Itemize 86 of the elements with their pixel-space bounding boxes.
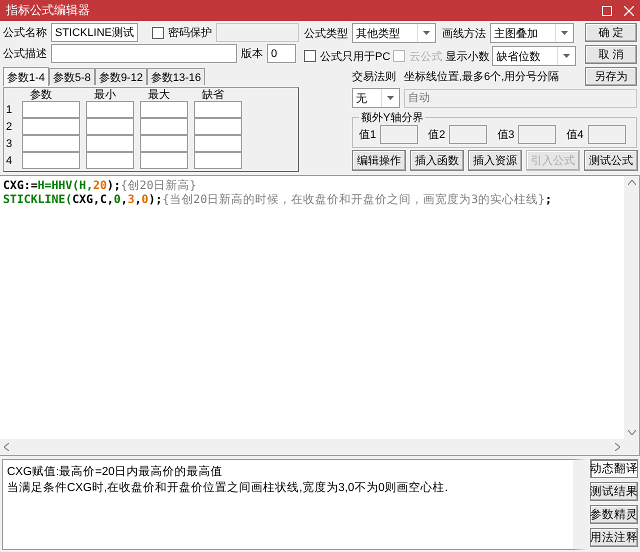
field-label: 公式描述 <box>3 47 47 61</box>
caret-icon <box>563 54 570 58</box>
field-label: 坐标线位置,最多6个,用分号分隔 <box>404 70 560 84</box>
button[interactable]: 测试结果 <box>590 482 638 501</box>
button[interactable]: 编辑操作 <box>352 150 406 171</box>
translation-text: 当满足条件CXG时,在收盘价和开盘价位置之间画柱状线,宽度为3,0不为0则画空心柱. <box>7 480 449 496</box>
code-editor[interactable]: CXG:=H=HHV(H,20);{创20日新高} STICKLINE(CXG,C,0,3,0);{当创20日新高的时候，在收盘价和开盘价之间，画宽度为3的实心柱线}; <box>0 176 624 439</box>
input-field[interactable] <box>194 101 242 118</box>
maximize-icon[interactable] <box>602 6 612 16</box>
field-label: 公式名称 <box>3 26 47 40</box>
button[interactable]: 用法注释 <box>590 528 638 547</box>
field-label: 值3 <box>497 128 514 142</box>
input-field[interactable] <box>140 118 188 135</box>
row-number: 1 <box>6 102 14 118</box>
column-header: 最大 <box>147 89 171 101</box>
text-field[interactable]: 0 <box>267 44 296 63</box>
input-field[interactable] <box>22 101 80 118</box>
arrow-left-icon[interactable] <box>4 443 9 451</box>
tab[interactable]: 参数1-4 <box>3 67 49 86</box>
column-header: 最小 <box>93 89 117 101</box>
input-field[interactable] <box>194 152 242 169</box>
checkbox-label: 密码保护 <box>168 26 212 40</box>
text-field[interactable]: STICKLINE测试 <box>51 23 138 42</box>
dropdown[interactable]: 其他类型 <box>352 23 436 43</box>
text-field[interactable] <box>51 44 237 63</box>
field-label: 公式类型 <box>304 26 348 40</box>
tab[interactable]: 参数9-12 <box>94 68 147 85</box>
field-label: 值1 <box>359 128 376 142</box>
button[interactable]: 插入资源 <box>468 150 522 171</box>
row-number: 2 <box>6 120 14 134</box>
input-field[interactable] <box>518 125 556 144</box>
input-field[interactable] <box>449 125 488 144</box>
button[interactable]: 测试公式 <box>584 150 638 171</box>
field-label: 交易法则 <box>352 70 396 84</box>
arrow-up-icon[interactable] <box>628 180 636 185</box>
input-field[interactable] <box>140 152 188 169</box>
field-label: 版本 <box>241 47 263 61</box>
group-title: 额外Y轴分界 <box>360 110 424 125</box>
input-field[interactable] <box>140 135 188 152</box>
window-title: 指标公式编辑器 <box>6 2 91 19</box>
close-icon[interactable] <box>624 6 634 16</box>
row-number: 4 <box>6 154 14 168</box>
input-field[interactable] <box>380 125 418 144</box>
row-number: 3 <box>6 136 14 152</box>
input-field[interactable] <box>140 101 188 118</box>
input-field[interactable] <box>86 101 134 118</box>
field-label: 画线方法 <box>442 26 486 40</box>
input-field[interactable] <box>22 118 80 135</box>
arrow-down-icon[interactable] <box>628 430 636 435</box>
checkbox[interactable] <box>304 50 316 62</box>
arrow-right-icon[interactable] <box>615 443 620 451</box>
input-field[interactable] <box>194 135 242 152</box>
button[interactable]: 另存为 <box>585 67 637 86</box>
field-label: 值4 <box>566 128 584 142</box>
input-field[interactable] <box>86 118 134 135</box>
field-label: 显示小数 <box>445 50 490 64</box>
code-line: STICKLINE(CXG,C,0,3,0);{当创20日新高的时候，在收盘价和开盘价之间，画宽度为3的实心柱线}; <box>3 192 553 206</box>
button[interactable]: 插入函数 <box>410 150 464 171</box>
column-header: 缺省 <box>201 89 225 101</box>
button[interactable]: 动态翻译 <box>590 459 638 478</box>
checkbox[interactable] <box>152 26 164 38</box>
column-header: 参数 <box>29 89 53 101</box>
input-field[interactable]: 自动 <box>404 88 637 108</box>
dropdown[interactable]: 主图叠加 <box>490 23 574 43</box>
dropdown[interactable]: 缺省位数 <box>492 46 576 66</box>
input-field[interactable] <box>588 125 626 144</box>
checkbox-label: 云公式 <box>409 50 442 64</box>
button[interactable]: 确 定 <box>585 23 637 42</box>
tab[interactable]: 参数5-8 <box>48 68 95 85</box>
checkbox-label: 公式只用于PC <box>320 50 390 64</box>
caret-icon <box>387 96 394 100</box>
caret-icon <box>423 31 430 35</box>
tab[interactable]: 参数13-16 <box>146 68 205 85</box>
code-line: CXG:=H=HHV(H,20);{创20日新高} <box>3 178 198 192</box>
field-label: 值2 <box>428 128 446 142</box>
dropdown[interactable]: 无 <box>352 88 400 108</box>
input-field[interactable] <box>22 152 80 169</box>
caret-icon <box>561 31 568 35</box>
password-field[interactable] <box>216 23 299 42</box>
input-field[interactable] <box>22 135 80 152</box>
button[interactable]: 参数精灵 <box>590 505 638 524</box>
button[interactable]: 取 消 <box>585 45 637 64</box>
input-field[interactable] <box>86 152 134 169</box>
input-field[interactable] <box>86 135 134 152</box>
translation-text: CXG赋值:最高价=20日内最高价的最高值 <box>7 464 224 480</box>
input-field[interactable] <box>194 118 242 135</box>
